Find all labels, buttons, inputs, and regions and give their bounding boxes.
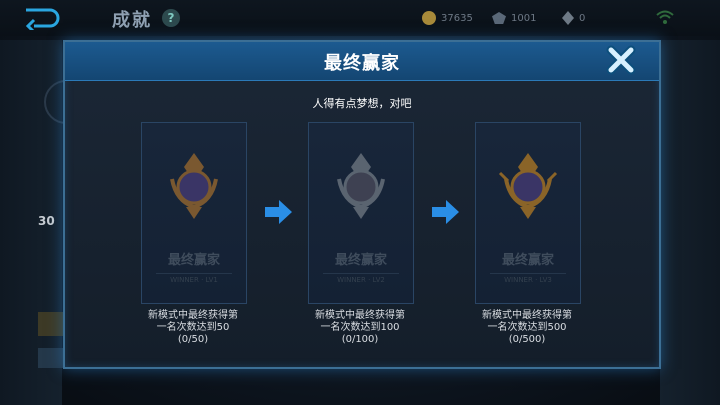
tier-name: 最终赢家	[334, 253, 387, 268]
page-title: 成就	[112, 10, 152, 31]
close-button[interactable]	[606, 45, 636, 75]
tier-description-1: 新模式中最终获得第 一名次数达到50 (0/50)	[125, 310, 261, 346]
currency-coins: 37635	[422, 10, 473, 26]
coin-count: 37635	[441, 12, 473, 24]
coin-icon	[422, 11, 436, 25]
desc-line: 新模式中最终获得第	[148, 310, 238, 321]
tier-sub: WINNER · LV3	[490, 273, 566, 284]
dialog-title: 最终赢家	[324, 53, 400, 74]
progress-text: (0/500)	[508, 334, 546, 345]
help-icon[interactable]: ?	[162, 9, 180, 27]
diamond-count: 0	[579, 12, 586, 24]
arrow-right-icon	[432, 200, 459, 224]
tier-sub: WINNER · LV2	[323, 273, 399, 284]
achievement-tier-3: 最终赢家 WINNER · LV3	[475, 122, 581, 304]
bronze-medal-icon	[170, 153, 218, 219]
arrow-right-icon	[265, 200, 292, 224]
background-score: 30	[38, 214, 55, 228]
close-x-icon	[606, 45, 636, 75]
achievement-tier-2: 最终赢家 WINNER · LV2	[308, 122, 414, 304]
progress-text: (0/50)	[177, 334, 209, 345]
wifi-icon	[656, 10, 674, 24]
tier-description-2: 新模式中最终获得第 一名次数达到100 (0/100)	[292, 310, 428, 346]
progress-text: (0/100)	[341, 334, 379, 345]
diamond-icon	[562, 11, 574, 25]
currency-diamonds: 0	[562, 10, 585, 26]
tier-name: 最终赢家	[501, 253, 554, 268]
desc-line: 一名次数达到500	[487, 322, 567, 333]
gem-icon	[492, 12, 506, 24]
tier-description-3: 新模式中最终获得第 一名次数达到500 (0/500)	[459, 310, 595, 346]
desc-line: 新模式中最终获得第	[315, 310, 405, 321]
top-bar: 成就 ? 37635 1001 0	[0, 0, 720, 36]
back-icon[interactable]	[22, 6, 62, 30]
achievement-tier-1: 最终赢家 WINNER · LV1	[141, 122, 247, 304]
background-right-panel	[660, 40, 720, 405]
dialog-header: 最终赢家	[65, 42, 659, 81]
silver-medal-icon	[337, 153, 385, 219]
dialog-subtitle: 人得有点梦想，对吧	[312, 97, 412, 110]
tier-name: 最终赢家	[167, 253, 220, 268]
gold-medal-icon	[498, 153, 558, 219]
achievement-dialog: 最终赢家 人得有点梦想，对吧 最终赢家 WINNER · LV1 新模式中最终获…	[63, 40, 661, 369]
tier-sub: WINNER · LV1	[156, 273, 232, 284]
desc-line: 一名次数达到50	[156, 322, 230, 333]
currency-gems: 1001	[492, 10, 536, 26]
gem-count: 1001	[511, 12, 537, 24]
desc-line: 一名次数达到100	[320, 322, 400, 333]
desc-line: 新模式中最终获得第	[482, 310, 572, 321]
